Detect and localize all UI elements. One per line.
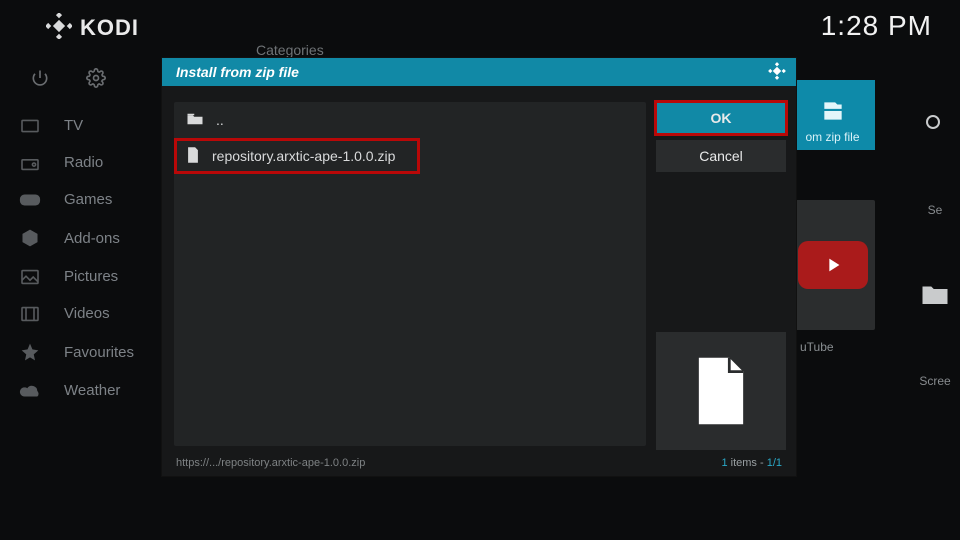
power-icon[interactable] xyxy=(30,68,50,93)
categories-heading: Categories xyxy=(256,42,324,58)
install-zip-dialog: Install from zip file .. repository.arxt… xyxy=(162,58,796,476)
gamepad-icon xyxy=(18,192,42,208)
item-count: 1 items - 1/1 xyxy=(721,457,782,469)
bg-tile-label: om zip file xyxy=(805,130,859,144)
cancel-button[interactable]: Cancel xyxy=(656,140,786,172)
right-edge-tiles: Se Scree xyxy=(910,0,960,540)
sidebar-label: Add-ons xyxy=(64,230,120,247)
star-icon xyxy=(18,342,42,362)
document-icon xyxy=(693,355,749,427)
bg-tile-youtube[interactable] xyxy=(790,200,875,330)
gear-icon[interactable] xyxy=(86,68,106,93)
cloud-icon xyxy=(18,383,42,399)
right-label-top: Se xyxy=(928,203,943,217)
sidebar-item-pictures[interactable]: Pictures xyxy=(0,258,180,295)
box-icon xyxy=(18,228,42,248)
app-logo: KODI xyxy=(46,13,139,44)
youtube-icon xyxy=(798,241,868,289)
sidebar-label: Pictures xyxy=(64,268,118,285)
sidebar-item-weather[interactable]: Weather xyxy=(0,372,180,409)
folder-up-icon xyxy=(186,112,204,129)
right-label-bottom: Scree xyxy=(919,374,950,388)
ok-label: OK xyxy=(711,110,732,126)
parent-folder-row[interactable]: .. xyxy=(174,102,646,138)
file-name: repository.arxtic-ape-1.0.0.zip xyxy=(212,148,395,164)
sidebar-item-radio[interactable]: Radio xyxy=(0,144,180,181)
film-icon xyxy=(18,306,42,322)
bg-tile-youtube-label: uTube xyxy=(800,340,834,354)
sidebar: TV Radio Games Add-ons Pictures Videos F… xyxy=(0,60,180,409)
sidebar-label: Videos xyxy=(64,305,110,322)
file-icon xyxy=(186,146,200,167)
tv-icon xyxy=(18,118,42,134)
sidebar-item-videos[interactable]: Videos xyxy=(0,295,180,332)
dialog-header: Install from zip file xyxy=(162,58,796,86)
kodi-logo-icon xyxy=(46,13,72,44)
dialog-path: https://.../repository.arxtic-ape-1.0.0.… xyxy=(176,457,365,469)
dialog-title: Install from zip file xyxy=(176,64,299,80)
zip-file-row[interactable]: repository.arxtic-ape-1.0.0.zip xyxy=(174,138,420,174)
sidebar-label: Radio xyxy=(64,154,103,171)
radio-icon xyxy=(18,155,42,171)
file-browser-panel: .. repository.arxtic-ape-1.0.0.zip xyxy=(174,102,646,446)
sidebar-label: Weather xyxy=(64,382,120,399)
sidebar-item-tv[interactable]: TV xyxy=(0,107,180,144)
sidebar-item-games[interactable]: Games xyxy=(0,181,180,218)
sidebar-item-favourites[interactable]: Favourites xyxy=(0,332,180,372)
parent-label: .. xyxy=(216,112,224,128)
bg-tile-install[interactable]: om zip file xyxy=(790,80,875,150)
image-icon xyxy=(18,269,42,285)
file-preview xyxy=(656,332,786,450)
ok-button[interactable]: OK xyxy=(656,102,786,134)
sidebar-label: Favourites xyxy=(64,344,134,361)
sidebar-label: Games xyxy=(64,191,112,208)
cancel-label: Cancel xyxy=(699,148,743,164)
sidebar-label: TV xyxy=(64,117,83,134)
kodi-logo-icon xyxy=(768,62,786,83)
zip-stack-icon xyxy=(819,98,847,124)
app-name: KODI xyxy=(80,15,139,41)
folder-fragment-icon xyxy=(920,281,950,310)
sidebar-item-addons[interactable]: Add-ons xyxy=(0,218,180,258)
search-fragment-icon xyxy=(923,112,947,139)
